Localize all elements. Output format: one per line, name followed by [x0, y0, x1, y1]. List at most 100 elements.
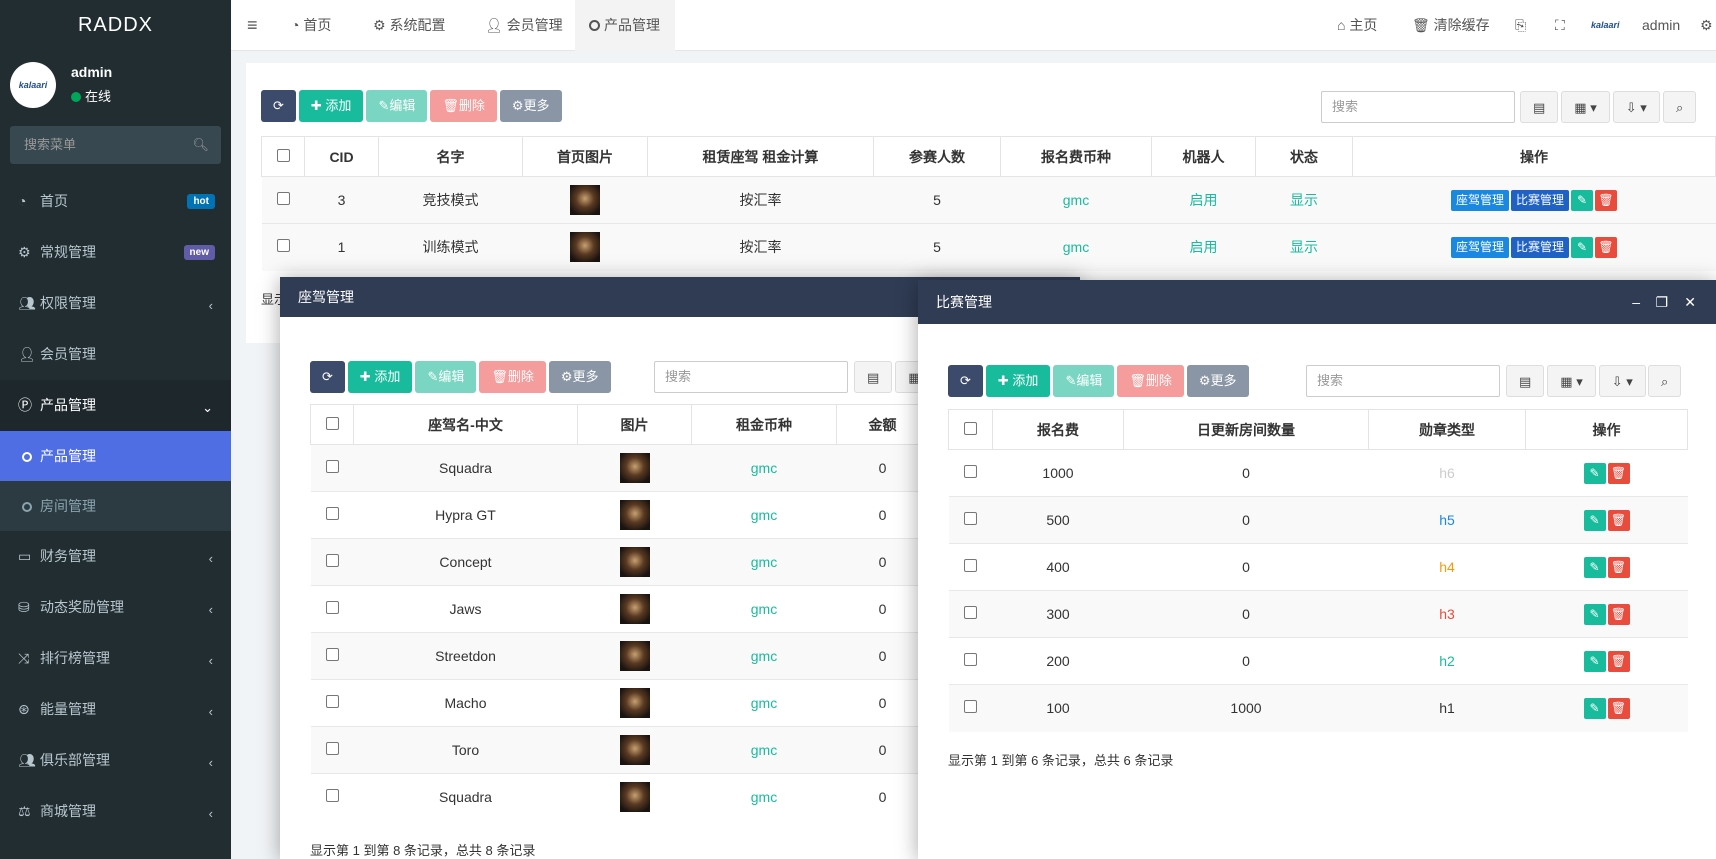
row-checkbox[interactable]: [964, 606, 977, 619]
delete-icon[interactable]: 🗑︎: [1607, 697, 1630, 719]
settings-icon[interactable]: ⚙: [1700, 0, 1713, 51]
seat-manage-button[interactable]: 座驾管理: [1450, 236, 1509, 258]
sidebar-item-ranking[interactable]: ⤨ 排行榜管理 ‹: [0, 633, 231, 684]
row-checkbox[interactable]: [325, 554, 339, 567]
edit-icon[interactable]: ✎: [1583, 603, 1606, 625]
refresh-button[interactable]: ⟳: [948, 365, 983, 397]
row-checkbox[interactable]: [325, 742, 339, 755]
column-header[interactable]: 勋章类型: [1368, 409, 1526, 450]
car-thumbnail-image[interactable]: [619, 453, 650, 483]
select-all-checkbox[interactable]: [964, 421, 977, 435]
status-cell[interactable]: 显示: [1255, 223, 1353, 271]
robot-cell[interactable]: 启用: [1151, 223, 1256, 271]
delete-icon[interactable]: 🗑︎: [1607, 603, 1630, 625]
edit-button[interactable]: ✎编辑: [1053, 365, 1115, 397]
column-header[interactable]: 报名费: [992, 409, 1124, 450]
row-checkbox[interactable]: [325, 601, 339, 614]
minimize-icon[interactable]: –: [1632, 280, 1640, 324]
row-checkbox[interactable]: [276, 192, 290, 205]
sidebar-item-general[interactable]: ⚙ 常规管理 new: [0, 227, 231, 278]
car-thumbnail-image[interactable]: [619, 735, 650, 765]
tab-member[interactable]: 👤︎ 会员管理: [485, 0, 563, 51]
car-thumbnail-image[interactable]: [619, 641, 650, 671]
row-checkbox[interactable]: [325, 460, 339, 473]
edit-icon[interactable]: ✎: [1571, 189, 1594, 211]
brand-logo[interactable]: RADDX: [0, 0, 231, 50]
delete-button[interactable]: 🗑︎删除: [1117, 365, 1184, 397]
menu-search-input[interactable]: 搜索菜单 🔍︎: [10, 126, 221, 164]
car-thumbnail-image[interactable]: [619, 547, 650, 577]
submenu-item-room[interactable]: 房间管理: [0, 481, 231, 531]
edit-button[interactable]: ✎编辑: [415, 361, 477, 393]
fullscreen-icon[interactable]: ⛶: [1555, 0, 1565, 51]
submenu-item-product[interactable]: 产品管理: [0, 431, 231, 481]
delete-icon[interactable]: 🗑︎: [1607, 650, 1630, 672]
edit-icon[interactable]: ✎: [1583, 509, 1606, 531]
add-button[interactable]: ✚ 添加: [298, 90, 364, 122]
thumbnail-image[interactable]: [570, 232, 600, 263]
column-header[interactable]: 报名费币种: [1000, 136, 1152, 177]
user-menu[interactable]: admin: [1642, 0, 1680, 51]
column-header[interactable]: 座驾名-中文: [353, 404, 578, 445]
search-input[interactable]: 搜索: [1321, 91, 1515, 123]
toggle-view-icon[interactable]: ▤: [1520, 91, 1559, 123]
row-checkbox[interactable]: [964, 653, 977, 666]
row-checkbox[interactable]: [325, 648, 339, 661]
edit-icon[interactable]: ✎: [1583, 556, 1606, 578]
column-header[interactable]: 首页图片: [522, 136, 648, 177]
column-header[interactable]: 机器人: [1151, 136, 1256, 177]
refresh-button[interactable]: ⟳: [261, 90, 296, 122]
column-header[interactable]: 租金币种: [691, 404, 837, 445]
tab-product[interactable]: 产品管理: [575, 0, 675, 51]
row-checkbox[interactable]: [325, 695, 339, 708]
robot-cell[interactable]: 启用: [1151, 176, 1256, 224]
column-header[interactable]: 状态: [1255, 136, 1353, 177]
edit-icon[interactable]: ✎: [1583, 697, 1606, 719]
translate-icon[interactable]: ⎘: [1515, 0, 1526, 51]
search-icon[interactable]: 🔍︎: [192, 126, 209, 164]
edit-icon[interactable]: ✎: [1571, 236, 1594, 258]
seat-manage-button[interactable]: 座驾管理: [1450, 189, 1509, 211]
column-header[interactable]: 参赛人数: [873, 136, 1001, 177]
clear-cache-button[interactable]: 🗑︎ 清除缓存: [1412, 0, 1490, 51]
tab-home[interactable]: ◔ 首页: [291, 0, 331, 51]
delete-icon[interactable]: 🗑︎: [1607, 509, 1630, 531]
match-manage-button[interactable]: 比赛管理: [1511, 189, 1570, 211]
car-thumbnail-image[interactable]: [619, 594, 650, 624]
more-button[interactable]: ⚙更多: [1186, 365, 1249, 397]
delete-icon[interactable]: 🗑︎: [1607, 556, 1630, 578]
sidebar-item-shop[interactable]: ⚖ 商城管理 ‹: [0, 786, 231, 837]
column-header[interactable]: 名字: [378, 136, 523, 177]
delete-icon[interactable]: 🗑︎: [1607, 462, 1630, 484]
column-header[interactable]: CID: [304, 136, 379, 177]
menu-toggle-icon[interactable]: ≡: [247, 0, 258, 51]
column-header[interactable]: 金额: [836, 404, 929, 445]
maximize-icon[interactable]: ❐: [1655, 280, 1668, 324]
sidebar-item-product[interactable]: Ⓟ 产品管理 ⌄: [0, 380, 231, 431]
select-all-checkbox[interactable]: [325, 416, 339, 430]
dialog-title-bar[interactable]: 比赛管理 – ❐ ✕: [918, 280, 1716, 324]
more-button[interactable]: ⚙更多: [548, 361, 611, 393]
car-thumbnail-image[interactable]: [619, 688, 650, 718]
export-icon[interactable]: ⇩ ▾: [1612, 91, 1660, 123]
add-button[interactable]: ✚ 添加: [985, 365, 1051, 397]
row-checkbox[interactable]: [325, 507, 339, 520]
select-all-checkbox[interactable]: [276, 148, 290, 162]
search-input[interactable]: 搜索: [654, 361, 848, 393]
search-input[interactable]: 搜索: [1306, 365, 1500, 397]
sidebar-item-reward[interactable]: ⛁ 动态奖励管理 ‹: [0, 582, 231, 633]
delete-button[interactable]: 🗑︎删除: [430, 90, 497, 122]
edit-icon[interactable]: ✎: [1583, 462, 1606, 484]
refresh-button[interactable]: ⟳: [310, 361, 345, 393]
edit-button[interactable]: ✎编辑: [366, 90, 428, 122]
sidebar-item-finance[interactable]: ▭ 财务管理 ‹: [0, 531, 231, 582]
close-icon[interactable]: ✕: [1684, 280, 1696, 324]
column-header[interactable]: 日更新房间数量: [1123, 409, 1369, 450]
select-all-header[interactable]: [261, 136, 305, 177]
car-thumbnail-image[interactable]: [619, 782, 650, 813]
status-cell[interactable]: 显示: [1255, 176, 1353, 224]
delete-icon[interactable]: 🗑︎: [1595, 189, 1618, 211]
column-header[interactable]: 图片: [577, 404, 692, 445]
row-checkbox[interactable]: [964, 700, 977, 714]
home-link[interactable]: ⌂ 主页: [1337, 0, 1377, 51]
